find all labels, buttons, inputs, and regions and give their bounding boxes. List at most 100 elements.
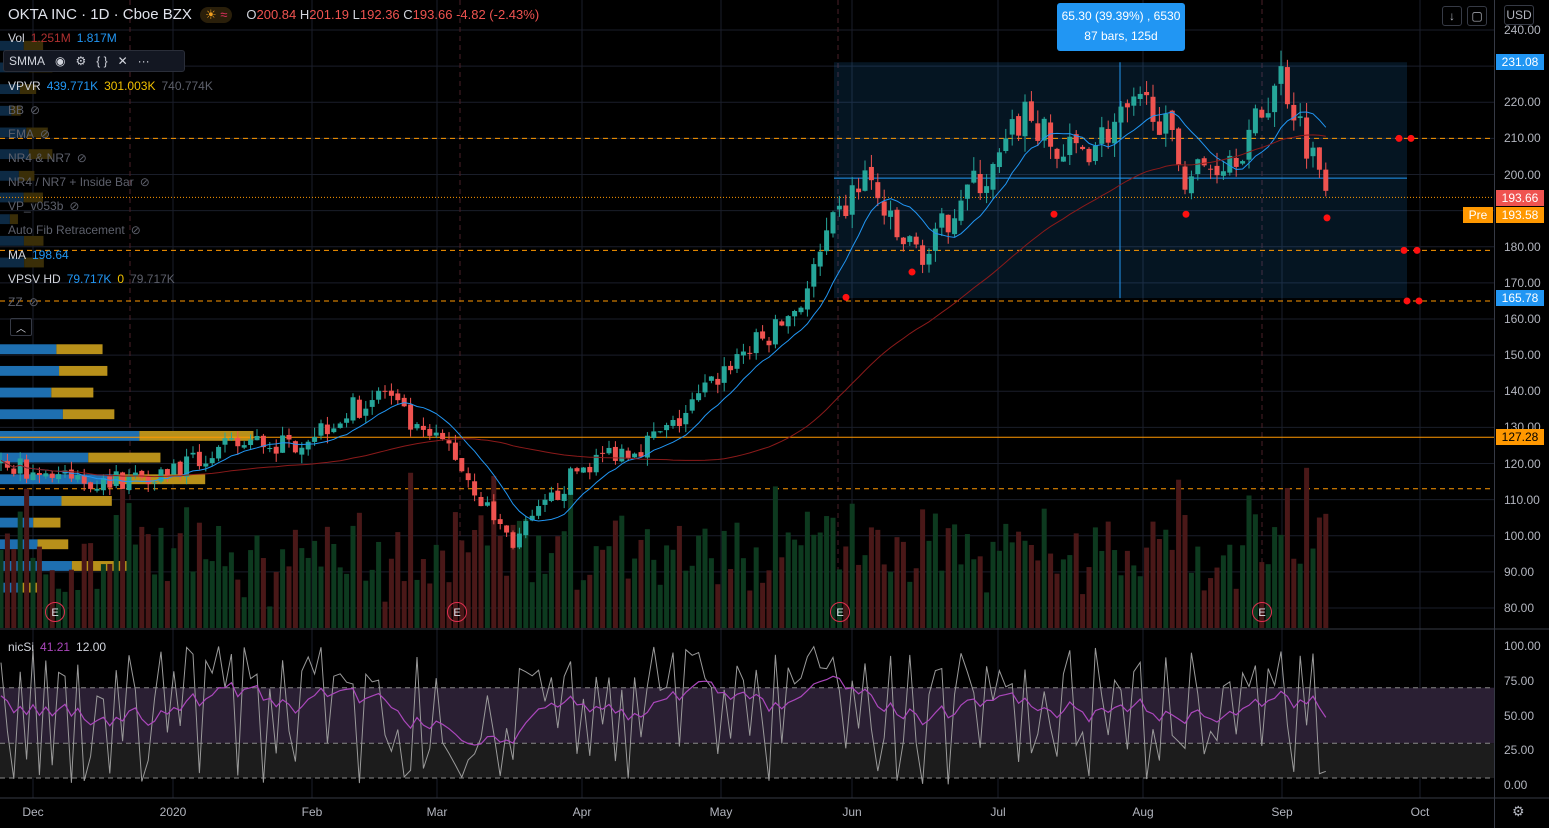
volume-bar — [888, 571, 894, 628]
candle-body — [1310, 147, 1316, 157]
volume-bar — [984, 592, 990, 628]
candle-body — [401, 397, 407, 407]
vpvr-up-bar — [0, 452, 89, 463]
legend-nr4-nr7[interactable]: NR4 & NR7 ⊘ — [8, 151, 87, 165]
candle-body — [43, 473, 49, 477]
legend-ema[interactable]: EMA ⊘ — [8, 127, 50, 141]
eye-hidden-icon[interactable]: ⊘ — [30, 103, 40, 117]
candle-body — [1304, 117, 1310, 159]
price-tick-label: 210.00 — [1504, 131, 1541, 146]
gear-icon[interactable]: ⚙ — [75, 54, 86, 68]
volume-bar — [1022, 540, 1028, 628]
settings-icon[interactable]: ⚙ — [1512, 803, 1525, 820]
eye-hidden-icon[interactable]: ⊘ — [29, 295, 39, 309]
candle-body — [920, 245, 926, 265]
arrow-down-icon[interactable]: ↓ — [1442, 6, 1462, 26]
eye-hidden-icon[interactable]: ⊘ — [131, 223, 141, 237]
volume-bar — [337, 567, 343, 628]
fullscreen-icon[interactable]: ▢ — [1467, 6, 1487, 26]
earnings-marker[interactable]: E — [830, 602, 850, 622]
candle-body — [996, 152, 1002, 168]
time-tick-label: 2020 — [159, 805, 187, 819]
volume-bar — [145, 534, 151, 628]
candle-body — [228, 438, 234, 440]
price-tick-label: 150.00 — [1504, 348, 1541, 363]
candle-body — [324, 424, 330, 435]
candle-body — [798, 307, 804, 313]
candle-body — [427, 428, 433, 436]
candle-body — [190, 452, 196, 455]
price-tick-label: 80.00 — [1504, 601, 1535, 615]
legend-vol[interactable]: Vol 1.251M 1.817M — [8, 31, 117, 45]
vpvr-up-bar — [0, 387, 52, 398]
volume-bar — [740, 558, 746, 628]
volume-bar — [1124, 550, 1130, 628]
candle-body — [94, 488, 100, 491]
time-tick-label: Jul — [990, 805, 1006, 819]
time-tick-label: Apr — [572, 805, 592, 819]
volume-bar — [1150, 521, 1156, 628]
candle-body — [369, 400, 375, 407]
volume-bar — [772, 486, 778, 628]
vpvr-down-bar — [59, 365, 108, 376]
eye-hidden-icon[interactable]: ⊘ — [69, 199, 79, 213]
legend-vpvr[interactable]: VPVR 439.771K 301.003K 740.774K — [8, 79, 213, 93]
candle-body — [811, 264, 817, 287]
candle-body — [305, 441, 311, 450]
price-tick-label: 170.00 — [1504, 275, 1541, 290]
legend-auto-fib[interactable]: Auto Fib Retracement ⊘ — [8, 223, 141, 237]
eye-hidden-icon[interactable]: ⊘ — [77, 151, 87, 165]
candle-body — [619, 448, 625, 462]
legend-nr4-inside-bar[interactable]: NR4 / NR7 + Inside Bar ⊘ — [8, 175, 150, 189]
volume-bar — [241, 597, 247, 628]
earnings-marker[interactable]: E — [1252, 602, 1272, 622]
chart-canvas[interactable] — [0, 0, 1549, 828]
eye-hidden-icon[interactable]: ⊘ — [40, 127, 50, 141]
legend-zz[interactable]: ZZ ⊘ — [8, 295, 39, 309]
volume-bar — [760, 582, 766, 628]
candle-body — [395, 393, 401, 401]
legend-vpsv[interactable]: VPSV HD 79.717K 0 79.717K — [8, 272, 175, 286]
vpvr-down-bar — [37, 539, 69, 550]
earnings-marker[interactable]: E — [447, 602, 467, 622]
candle-body — [612, 446, 618, 461]
currency-button[interactable]: USD — [1504, 5, 1534, 25]
close-icon[interactable]: ✕ — [118, 54, 128, 68]
price-tick-label: 110.00 — [1504, 492, 1540, 507]
candle-body — [708, 376, 714, 381]
volume-bar — [88, 543, 94, 628]
candle-body — [1252, 108, 1258, 134]
legend-ma[interactable]: MA 198.64 — [8, 248, 69, 262]
candle-body — [830, 212, 836, 234]
eye-hidden-icon[interactable]: ⊘ — [140, 175, 150, 189]
legend-vp[interactable]: VP_v053b ⊘ — [8, 199, 79, 213]
volume-bar — [548, 553, 554, 628]
volume-bar — [484, 545, 490, 628]
more-icon[interactable]: ··· — [138, 54, 150, 68]
candle-body — [203, 463, 209, 467]
candle-body — [1284, 67, 1290, 105]
legend-bb[interactable]: BB ⊘ — [8, 103, 40, 117]
volume-bar — [254, 535, 260, 628]
legend-smma[interactable]: SMMA ◉ ⚙{ } ✕ ··· — [3, 50, 185, 72]
source-code-icon[interactable]: { } — [96, 54, 107, 68]
candle-body — [235, 437, 241, 447]
volume-bar — [1092, 527, 1098, 628]
collapse-legend-button[interactable]: ︿ — [10, 318, 32, 336]
candle-body — [56, 474, 62, 480]
candle-body — [913, 236, 919, 245]
candle-body — [1118, 106, 1124, 123]
volume-bar — [1156, 539, 1162, 628]
candle-body — [1176, 128, 1182, 166]
legend-nicsi[interactable]: nicSi 41.21 12.00 — [8, 640, 106, 654]
candle-body — [216, 446, 222, 459]
price-axis[interactable]: USD — [1494, 0, 1549, 828]
symbol-title[interactable]: OKTA INC · 1D · Cboe BZX — [8, 6, 192, 23]
eye-icon[interactable]: ◉ — [55, 54, 65, 68]
earnings-marker[interactable]: E — [45, 602, 65, 622]
volume-bar — [139, 526, 145, 628]
pivot-dot — [842, 293, 850, 301]
volume-bar — [75, 589, 81, 628]
volume-bar — [676, 525, 682, 628]
candle-body — [888, 210, 894, 217]
